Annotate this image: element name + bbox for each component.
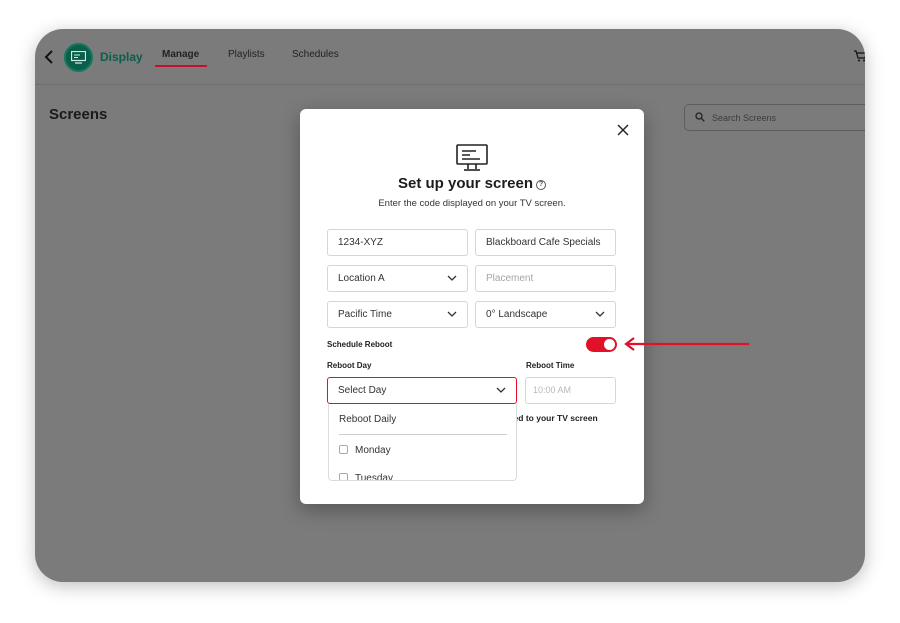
code-field[interactable]: 1234-XYZ xyxy=(327,229,468,256)
connection-note: cted to your TV screen xyxy=(506,413,598,423)
help-icon[interactable]: ? xyxy=(536,180,547,190)
chevron-down-icon xyxy=(447,275,457,281)
schedule-reboot-label: Schedule Reboot xyxy=(327,340,393,349)
day-option-monday[interactable]: Monday xyxy=(339,445,391,456)
checkbox[interactable] xyxy=(339,473,348,480)
tab-playlists[interactable]: Playlists xyxy=(228,49,265,60)
reboot-daily-option[interactable]: Reboot Daily xyxy=(339,414,396,425)
red-arrow-annotation-icon xyxy=(624,337,749,351)
checkbox[interactable] xyxy=(339,445,348,454)
screen-name-field[interactable]: Blackboard Cafe Specials xyxy=(475,229,616,256)
tab-schedules[interactable]: Schedules xyxy=(292,49,339,60)
tab-manage[interactable]: Manage xyxy=(162,49,199,60)
reboot-day-select[interactable]: Select Day xyxy=(327,377,517,404)
schedule-reboot-toggle[interactable] xyxy=(586,337,617,352)
back-arrow-icon[interactable] xyxy=(42,47,56,67)
dropdown-divider xyxy=(339,434,507,435)
timezone-value: Pacific Time xyxy=(338,309,392,320)
modal-title-text: Set up your screen xyxy=(397,175,534,192)
day-label: Tuesday xyxy=(355,473,393,481)
reboot-time-input[interactable]: 10:00 AM xyxy=(525,377,616,404)
timezone-select[interactable]: Pacific Time xyxy=(327,301,468,328)
monitor-icon xyxy=(71,51,86,64)
orientation-select[interactable]: 0° Landscape xyxy=(475,301,616,328)
chevron-down-icon xyxy=(595,311,605,317)
close-icon[interactable] xyxy=(616,123,630,137)
reboot-time-label: Reboot Time xyxy=(526,361,575,370)
location-value: Location A xyxy=(338,273,385,284)
day-option-tuesday[interactable]: Tuesday xyxy=(339,473,393,481)
day-label: Monday xyxy=(355,445,391,456)
active-tab-underline xyxy=(155,65,207,67)
toggle-knob xyxy=(604,339,615,350)
chevron-down-icon xyxy=(496,387,506,393)
search-icon xyxy=(695,112,705,122)
top-nav: Display Manage Playlists Schedules xyxy=(35,29,865,85)
orientation-value: 0° Landscape xyxy=(486,309,548,320)
app-name: Display xyxy=(100,50,143,64)
tv-screen-icon xyxy=(456,144,488,171)
location-select[interactable]: Location A xyxy=(327,265,468,292)
setup-screen-modal: Set up your screen? Enter the code displ… xyxy=(300,109,644,504)
search-input[interactable] xyxy=(712,109,865,127)
cart-icon[interactable] xyxy=(853,49,865,63)
search-box[interactable] xyxy=(684,104,865,131)
reboot-day-dropdown: Reboot Daily Monday Tuesday xyxy=(328,404,517,481)
chevron-down-icon xyxy=(447,311,457,317)
page-title: Screens xyxy=(49,106,108,123)
modal-subtitle: Enter the code displayed on your TV scre… xyxy=(378,198,566,209)
reboot-day-value: Select Day xyxy=(338,385,387,396)
reboot-day-label: Reboot Day xyxy=(327,361,372,370)
modal-title: Set up your screen? xyxy=(300,175,644,192)
placement-field[interactable]: Placement xyxy=(475,265,616,292)
display-app-icon xyxy=(64,43,93,72)
